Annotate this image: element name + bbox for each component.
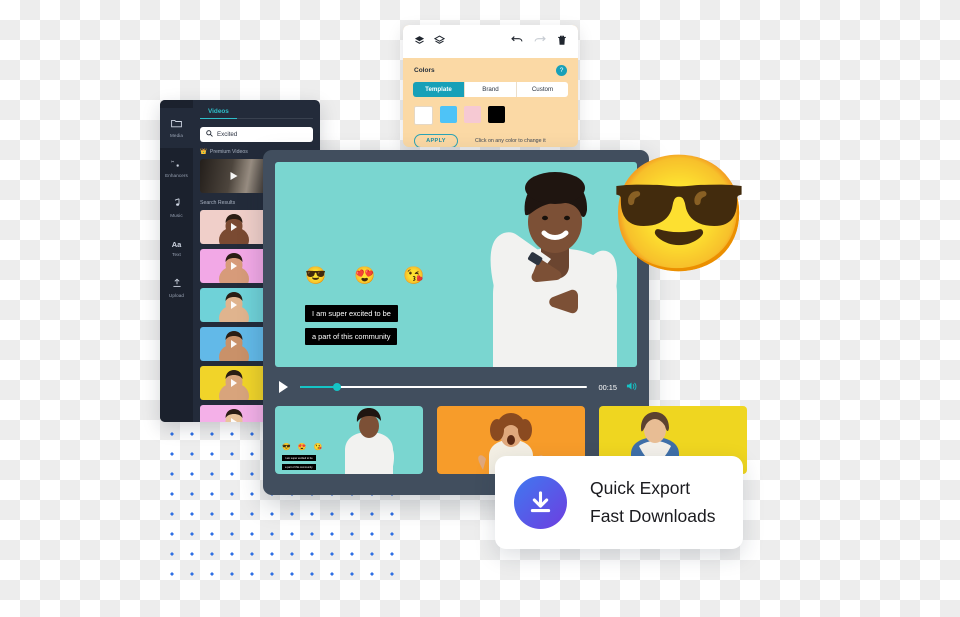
color-tab-brand[interactable]: Brand (465, 82, 517, 97)
search-results-label: Search Results (200, 200, 236, 206)
text-icon: Aa (171, 239, 182, 249)
sidebar-item-label: Upload (168, 293, 185, 298)
search-result-thumbnail[interactable] (200, 288, 268, 322)
caption-line-2: a part of this community (305, 328, 398, 345)
color-swatch[interactable] (440, 106, 457, 123)
sidebar-item-label: Enhancers (165, 172, 188, 178)
layers-alt-icon[interactable] (433, 35, 446, 49)
svg-text:✹: ✹ (176, 163, 180, 168)
progress-thumb[interactable] (333, 383, 342, 391)
video-editor-window: 😎 😍 😘 I am super excited to be a part of t… (263, 150, 747, 495)
search-result-thumbnail[interactable] (200, 366, 268, 400)
color-swatch[interactable] (488, 106, 505, 123)
clip-caption-2: a part of this community (282, 464, 316, 470)
colors-hint-text: Click on any color to change it (475, 138, 546, 144)
sidebar-item-enhancers[interactable]: ✂ ✹ Enhancers (160, 148, 193, 188)
color-swatch[interactable] (414, 106, 433, 125)
layers-icon[interactable] (414, 35, 425, 49)
play-icon (231, 340, 237, 348)
stage-emoji-row: 😎 😍 😘 (305, 267, 425, 284)
sunglasses-emoji-sticker: 😎 (608, 151, 750, 278)
video-subject-person (441, 162, 631, 367)
timeline-clip[interactable]: 😎 😍 😘 I am super excited to be a part of thi… (275, 406, 423, 474)
colors-panel-footer: APPLY Click on any color to change it (414, 134, 568, 147)
play-icon (231, 418, 237, 422)
search-result-thumbnail[interactable] (200, 249, 268, 283)
clip-caption-1: I am super excited to be (282, 455, 316, 461)
play-button[interactable] (279, 381, 288, 393)
sidebar-item-label: Music (170, 213, 183, 218)
undo-icon[interactable] (511, 35, 523, 48)
upload-icon (172, 278, 182, 291)
music-note-icon (172, 198, 181, 211)
play-icon (231, 223, 237, 231)
download-icon (514, 476, 567, 529)
trash-icon[interactable] (557, 35, 567, 49)
svg-text:✂: ✂ (171, 159, 175, 164)
colors-panel: Colors ? Template Brand Custom APPLY Click… (403, 25, 578, 147)
search-result-thumbnail[interactable] (200, 327, 268, 361)
search-result-thumbnail[interactable] (200, 405, 268, 422)
library-tabs: Videos (200, 106, 313, 119)
folder-icon (171, 119, 182, 131)
volume-icon[interactable] (626, 381, 637, 394)
stage-emoji[interactable]: 😍 (354, 267, 375, 284)
premium-videos-label: Premium Videos (209, 149, 248, 155)
apply-button[interactable]: APPLY (414, 134, 458, 147)
sidebar-item-text[interactable]: Aa Text (160, 228, 193, 268)
colors-label: Colors (414, 67, 435, 74)
export-title: Quick Export (590, 478, 691, 498)
redo-icon[interactable] (534, 35, 546, 48)
clip-emoji: 😘 (313, 444, 323, 451)
tab-videos[interactable]: Videos (200, 106, 237, 119)
stage-emoji[interactable]: 😘 (403, 267, 424, 284)
colors-source-tabs: Template Brand Custom (413, 82, 568, 97)
help-icon[interactable]: ? (556, 65, 567, 76)
color-tab-custom[interactable]: Custom (517, 82, 568, 97)
search-result-thumbnail[interactable] (200, 210, 268, 244)
enhancers-icon: ✂ ✹ (171, 159, 182, 171)
color-swatch-list (414, 106, 578, 125)
export-subtitle: Fast Downloads (590, 506, 716, 526)
clip-emoji-row: 😎 😍 😘 (282, 444, 322, 451)
colors-header-row: Colors ? (403, 58, 578, 76)
video-preview-stage[interactable]: 😎 😍 😘 I am super excited to be a part of t… (275, 162, 637, 367)
play-icon (231, 262, 237, 270)
sidebar-item-label: Text (172, 251, 181, 257)
color-tab-template[interactable]: Template (413, 82, 465, 97)
search-icon (206, 130, 213, 139)
search-value: Excited (217, 131, 238, 138)
colors-panel-toolbar (403, 25, 578, 58)
player-controls: 00:15 (275, 376, 637, 398)
sidebar-item-music[interactable]: Music (160, 188, 193, 228)
time-display: 00:15 (598, 382, 618, 392)
quick-export-card[interactable]: Quick Export Fast Downloads (495, 456, 743, 549)
sidebar-item-upload[interactable]: Upload (160, 268, 193, 308)
clip-emoji: 😍 (297, 444, 307, 451)
premium-video-thumbnail[interactable] (200, 159, 268, 193)
progress-fill (300, 386, 338, 388)
stage-emoji[interactable]: 😎 (305, 267, 326, 284)
crown-icon: 👑 (200, 149, 207, 155)
progress-bar[interactable] (300, 383, 587, 391)
sidebar-item-label: Media (169, 132, 183, 138)
export-card-text: Quick Export Fast Downloads (590, 478, 715, 527)
clip-emoji: 😎 (282, 444, 291, 451)
play-icon (231, 379, 237, 387)
search-input[interactable]: Excited (200, 127, 313, 142)
play-icon (230, 172, 238, 180)
left-rail: Media ✂ ✹ Enhancers Music Aa Text Upload (160, 100, 193, 422)
play-icon (231, 301, 237, 309)
caption-line-1: I am super excited to be (305, 305, 398, 322)
color-swatch[interactable] (464, 106, 481, 123)
sidebar-item-media[interactable]: Media (160, 108, 193, 148)
